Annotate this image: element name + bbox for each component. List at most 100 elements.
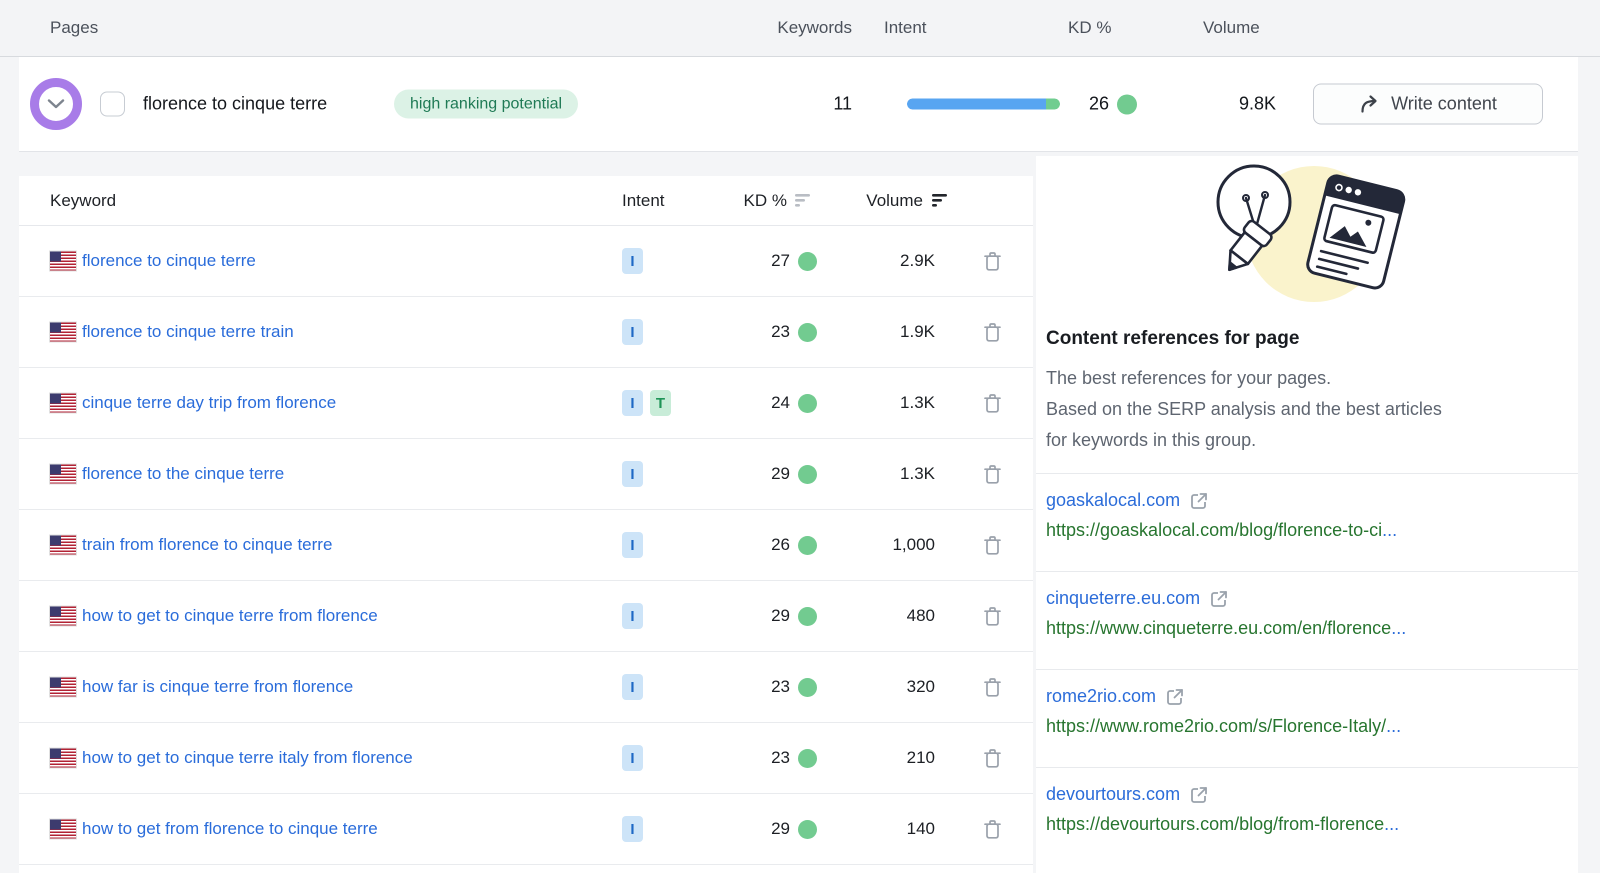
delete-keyword-button[interactable]	[980, 745, 1004, 771]
reference-domain-link[interactable]: cinqueterre.eu.com	[1046, 588, 1200, 609]
kd-score-dot	[798, 394, 817, 413]
kd-value: 29	[771, 464, 790, 484]
write-content-label: Write content	[1391, 94, 1497, 115]
reference-domain-row: goaskalocal.com	[1046, 490, 1554, 511]
page-kd-cell: 26	[1089, 94, 1137, 115]
volume-header-label: Volume	[866, 191, 923, 211]
intent-badges: I	[622, 248, 643, 274]
delete-keyword-button[interactable]	[980, 248, 1004, 274]
volume-value: 1.9K	[900, 322, 935, 342]
reference-url-ellipsis: ...	[1386, 716, 1401, 736]
reference-domain-link[interactable]: goaskalocal.com	[1046, 490, 1180, 511]
kd-score-dot	[798, 607, 817, 626]
keyword-link[interactable]: how to get to cinque terre from florence	[82, 606, 378, 626]
flag-canton	[50, 323, 61, 333]
volume-value: 320	[907, 677, 935, 697]
references-description-line1: The best references for your pages.	[1046, 363, 1466, 394]
content-references-panel: Content references for page The best ref…	[1036, 156, 1578, 873]
external-link-icon[interactable]	[1209, 589, 1229, 609]
high-ranking-potential-badge: high ranking potential	[394, 90, 578, 119]
keywords-column-label: Keywords	[777, 18, 852, 38]
external-link-icon[interactable]	[1165, 687, 1185, 707]
intent-badges: I	[622, 461, 643, 487]
page-checkbox[interactable]	[100, 92, 125, 117]
intent-bar-informational-segment	[907, 99, 1046, 110]
intent-badges: I	[622, 745, 643, 771]
delete-keyword-button[interactable]	[980, 319, 1004, 345]
delete-keyword-button[interactable]	[980, 461, 1004, 487]
chevron-down-icon	[47, 99, 65, 109]
keyword-link[interactable]: train from florence to cinque terre	[82, 535, 332, 555]
external-link-icon[interactable]	[1189, 785, 1209, 805]
kd-score-dot	[798, 678, 817, 697]
sort-descending-active-icon	[932, 194, 947, 207]
us-flag-icon	[50, 465, 76, 484]
volume-sort-header[interactable]: Volume	[866, 191, 947, 211]
intent-badges: IT	[622, 390, 671, 416]
trash-icon	[983, 819, 1002, 840]
volume-value: 140	[907, 819, 935, 839]
trash-icon	[983, 677, 1002, 698]
expand-toggle-button[interactable]	[30, 78, 82, 130]
kd-cell: 23	[771, 677, 817, 697]
keyword-link[interactable]: how to get to cinque terre italy from fl…	[82, 748, 413, 768]
intent-badge-i: I	[622, 674, 643, 700]
us-flag-icon	[50, 607, 76, 626]
volume-value: 1.3K	[900, 464, 935, 484]
keyword-table: Keyword Intent KD % Volume florence to c…	[19, 176, 1033, 873]
kd-cell: 29	[771, 606, 817, 626]
delete-keyword-button[interactable]	[980, 390, 1004, 416]
reference-domain-link[interactable]: devourtours.com	[1046, 784, 1180, 805]
volume-value: 210	[907, 748, 935, 768]
delete-keyword-button[interactable]	[980, 603, 1004, 629]
page-group-row: florence to cinque terre high ranking po…	[19, 57, 1578, 152]
trash-icon	[983, 748, 1002, 769]
trash-icon	[983, 393, 1002, 414]
volume-value: 2.9K	[900, 251, 935, 271]
intent-header-label: Intent	[622, 191, 665, 211]
keyword-table-header: Keyword Intent KD % Volume	[19, 176, 1033, 226]
intent-badges: I	[622, 319, 643, 345]
kd-sort-header[interactable]: KD %	[744, 191, 810, 211]
keyword-link[interactable]: florence to cinque terre train	[82, 322, 294, 342]
keyword-link[interactable]: how to get from florence to cinque terre	[82, 819, 378, 839]
delete-keyword-button[interactable]	[980, 674, 1004, 700]
flag-canton	[50, 749, 61, 759]
references-title: Content references for page	[1046, 328, 1299, 350]
intent-badges: I	[622, 816, 643, 842]
table-row: train from florence to cinque terre I 26…	[19, 510, 1033, 581]
flag-canton	[50, 465, 61, 475]
kd-column-label: KD %	[1068, 18, 1111, 38]
keyword-link[interactable]: florence to cinque terre	[82, 251, 256, 271]
kd-score-dot	[798, 820, 817, 839]
us-flag-icon	[50, 536, 76, 555]
external-link-icon[interactable]	[1189, 491, 1209, 511]
reference-domain-link[interactable]: rome2rio.com	[1046, 686, 1156, 707]
write-content-button[interactable]: Write content	[1313, 84, 1543, 125]
intent-badge-i: I	[622, 248, 643, 274]
reference-url-ellipsis: ...	[1391, 618, 1406, 638]
us-flag-icon	[50, 252, 76, 271]
reference-url-ellipsis: ...	[1382, 520, 1397, 540]
reference-url: https://devourtours.com/blog/from-floren…	[1046, 814, 1554, 835]
table-row: how far is cinque terre from florence I …	[19, 652, 1033, 723]
keyword-link[interactable]: florence to the cinque terre	[82, 464, 284, 484]
reference-domain-row: rome2rio.com	[1046, 686, 1554, 707]
delete-keyword-button[interactable]	[980, 532, 1004, 558]
page-title: florence to cinque terre	[143, 94, 327, 115]
intent-badge-t: T	[650, 390, 671, 416]
trash-icon	[983, 322, 1002, 343]
keywords-count: 11	[833, 94, 852, 115]
delete-keyword-button[interactable]	[980, 816, 1004, 842]
kd-cell: 26	[771, 535, 817, 555]
keyword-link[interactable]: how far is cinque terre from florence	[82, 677, 353, 697]
intent-badge-i: I	[622, 461, 643, 487]
volume-value: 1.3K	[900, 393, 935, 413]
reference-domain-row: cinqueterre.eu.com	[1046, 588, 1554, 609]
kd-value: 23	[771, 322, 790, 342]
keyword-link[interactable]: cinque terre day trip from florence	[82, 393, 336, 413]
pages-column-label: Pages	[50, 18, 98, 38]
volume-column-label: Volume	[1203, 18, 1260, 38]
kd-score-dot	[798, 749, 817, 768]
trash-icon	[983, 535, 1002, 556]
